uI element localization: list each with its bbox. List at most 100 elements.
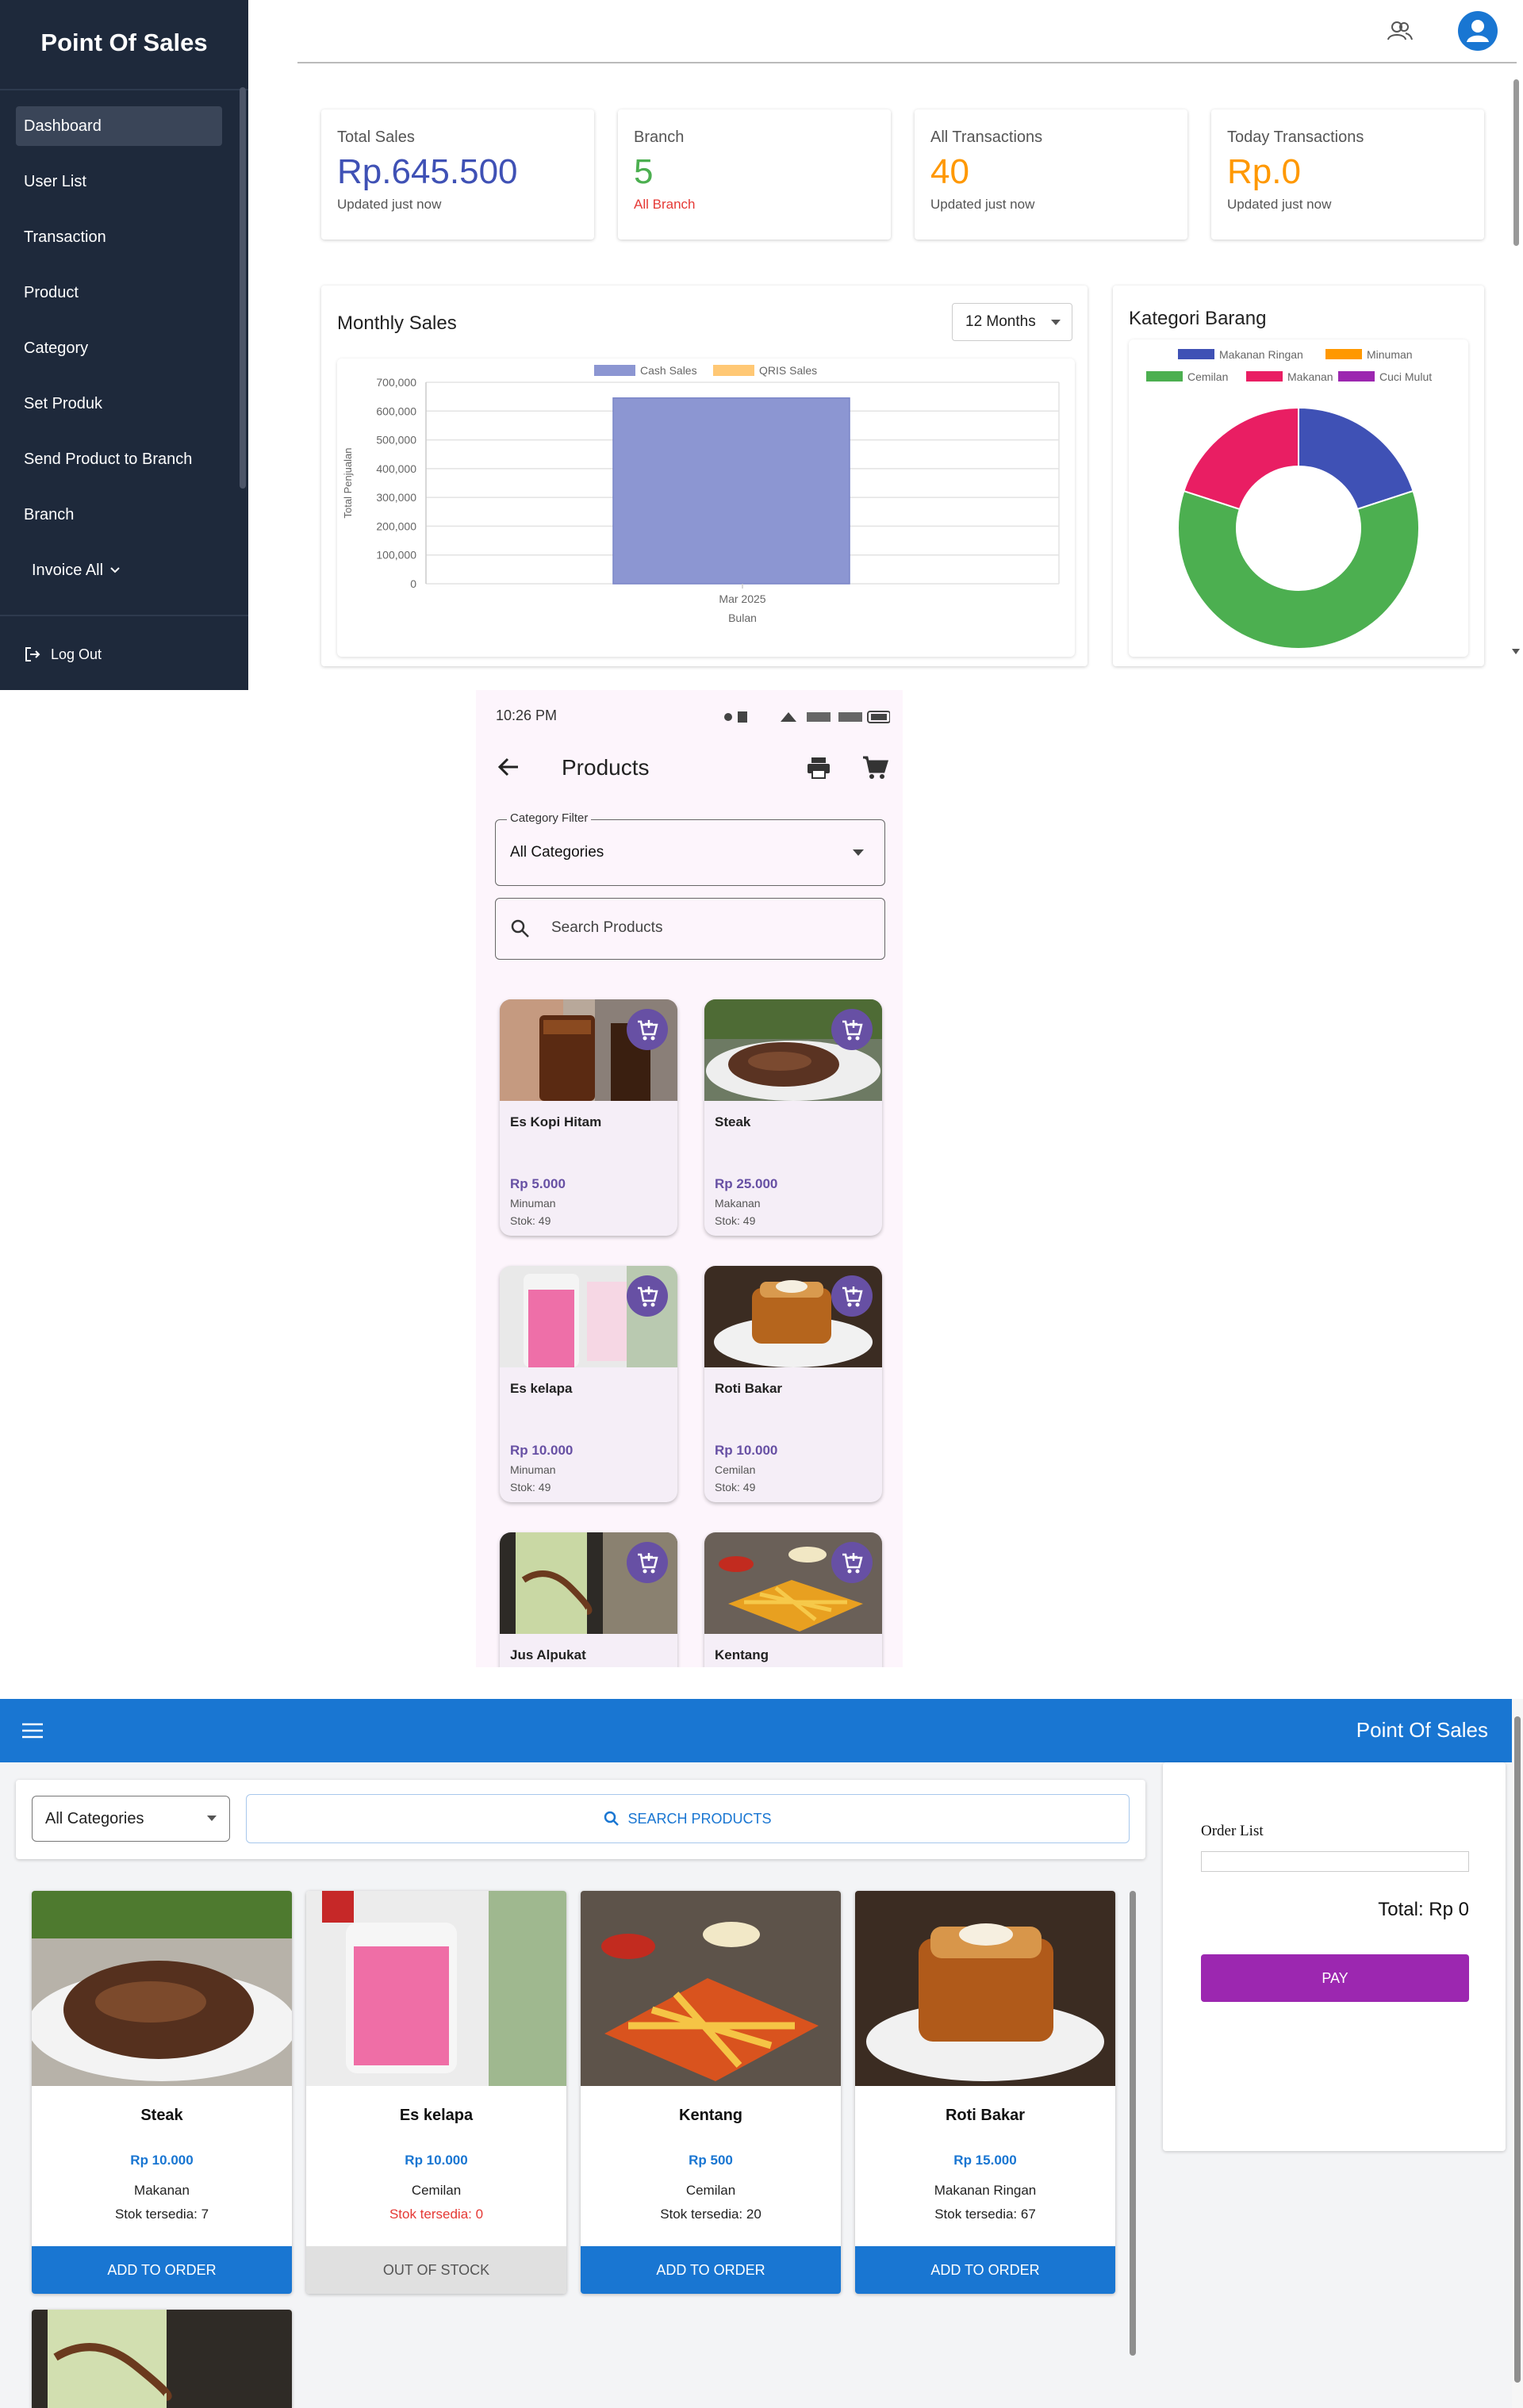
add-cart-icon (638, 1553, 658, 1574)
product-card: Steak Rp 10.000 Makanan Stok tersedia: 7… (32, 1891, 292, 2294)
order-list-box (1201, 1851, 1469, 1872)
back-arrow-icon[interactable] (497, 755, 520, 779)
add-to-order-button[interactable]: ADD TO ORDER (855, 2246, 1115, 2294)
sidebar-scrollbar[interactable] (240, 87, 246, 489)
grid-scrollbar[interactable] (1130, 1891, 1136, 2356)
add-cart-icon (638, 1020, 658, 1041)
product-category: Makanan (134, 2183, 190, 2198)
legend-swatch (1146, 371, 1183, 382)
bar-cash-sales (612, 397, 850, 585)
filter-bar: All Categories SEARCH PRODUCTS (16, 1780, 1145, 1859)
sidebar-item-send-product[interactable]: Send Product to Branch (16, 439, 222, 479)
sidebar-brand: Point Of Sales (40, 29, 208, 56)
sidebar-item-user-list[interactable]: User List (16, 162, 222, 201)
legend-label: Minuman (1367, 348, 1413, 361)
product-stock: Stok: 49 (715, 1481, 756, 1493)
sidebar-menu: Dashboard User List Transaction Product … (16, 106, 222, 606)
order-list-title: Order List (1201, 1823, 1264, 1839)
right-scrollbar[interactable] (1512, 1699, 1523, 2408)
category-filter-label: Category Filter (507, 811, 592, 825)
users-icon[interactable] (1387, 17, 1414, 44)
product-card[interactable]: Es kelapa Rp 10.000 Minuman Stok: 49 (500, 1266, 677, 1502)
logout-icon (25, 647, 40, 661)
stat-card-total-sales: Total Sales Rp.645.500 Updated just now (321, 109, 594, 240)
product-image-jus-alpukat (32, 2310, 292, 2408)
x-tick-label: Mar 2025 (719, 592, 765, 605)
legend-label: Makanan (1287, 370, 1333, 383)
sidebar-item-set-produk[interactable]: Set Produk (16, 384, 222, 424)
product-card[interactable]: Es Kopi Hitam Rp 5.000 Minuman Stok: 49 (500, 999, 677, 1236)
slice-cemilan (1177, 489, 1420, 650)
add-to-cart-button[interactable] (831, 1542, 873, 1583)
product-card[interactable]: Kentang (704, 1532, 882, 1667)
legend-label: Cuci Mulut (1379, 370, 1432, 383)
print-icon[interactable] (806, 756, 831, 780)
add-cart-icon (842, 1286, 863, 1307)
category-select-value: All Categories (45, 1810, 144, 1827)
logout-button[interactable]: Log Out (24, 646, 102, 663)
product-stock: Stok: 49 (510, 1214, 551, 1227)
stat-value: Rp.0 (1227, 152, 1301, 191)
status-time: 10:26 PM (496, 707, 558, 723)
product-name: Es Kopi Hitam (510, 1114, 602, 1129)
kategori-chart: Makanan Ringan Minuman Cemilan Makanan Cuci … (1146, 348, 1432, 650)
add-cart-icon (842, 1553, 863, 1574)
add-to-cart-button[interactable] (831, 1009, 873, 1050)
add-to-order-button[interactable]: ADD TO ORDER (581, 2246, 841, 2294)
stat-subtext: Updated just now (930, 197, 1035, 212)
french-toast-image (855, 1891, 1115, 2086)
y-tick-label: 100,000 (376, 549, 416, 562)
steak-image (32, 1891, 292, 2086)
product-name: Kentang (715, 1647, 769, 1662)
monthly-sales-card: Monthly Sales 12 Months Cash Sales QRIS S… (321, 286, 1088, 666)
add-to-cart-button[interactable] (627, 1275, 668, 1317)
product-card: Kentang Rp 500 Cemilan Stok tersedia: 20… (581, 1891, 841, 2294)
add-to-cart-button[interactable] (831, 1275, 873, 1317)
category-select[interactable]: All Categories (32, 1796, 230, 1842)
sidebar-item-product[interactable]: Product (16, 273, 222, 313)
status-icons (724, 711, 890, 723)
scroll-down-arrow-icon[interactable] (1512, 649, 1520, 655)
product-category: Minuman (510, 1463, 556, 1476)
search-products-button[interactable]: SEARCH PRODUCTS (246, 1794, 1130, 1843)
cart-icon[interactable] (861, 755, 888, 780)
app-bar: Point Of Sales (0, 1699, 1512, 1762)
sidebar-item-branch[interactable]: Branch (16, 495, 222, 535)
category-filter[interactable]: Category Filter All Categories (495, 811, 885, 886)
stat-subtext: All Branch (634, 197, 696, 212)
out-of-stock-button[interactable]: OUT OF STOCK (306, 2246, 566, 2294)
product-stock: Stok: 49 (715, 1214, 756, 1227)
page-scrollbar[interactable] (1513, 79, 1519, 246)
order-total: Total: Rp 0 (1378, 1899, 1469, 1920)
sidebar-item-category[interactable]: Category (16, 328, 222, 368)
product-category: Makanan Ringan (934, 2183, 1037, 2198)
slice-makanan-ringan (1298, 406, 1414, 511)
product-card[interactable]: Steak Rp 25.000 Makanan Stok: 49 (704, 999, 882, 1236)
pay-button[interactable]: PAY (1201, 1954, 1469, 2002)
product-category: Cemilan (715, 1463, 756, 1476)
search-input[interactable]: Search Products (495, 898, 885, 960)
hamburger-menu-icon[interactable] (22, 1723, 43, 1739)
add-to-cart-button[interactable] (627, 1009, 668, 1050)
legend-swatch (1325, 349, 1362, 359)
product-name: Roti Bakar (715, 1381, 783, 1396)
product-image-kentang (581, 1891, 841, 2086)
product-card[interactable]: Jus Alpukat (500, 1532, 677, 1667)
add-to-order-button[interactable]: ADD TO ORDER (32, 2246, 292, 2294)
sidebar-item-transaction[interactable]: Transaction (16, 217, 222, 257)
kategori-chart-frame: Makanan Ringan Minuman Cemilan Makanan Cuci … (1129, 339, 1468, 657)
slice-makanan (1183, 406, 1299, 511)
legend-label: Makanan Ringan (1219, 348, 1303, 361)
stat-label: Today Transactions (1227, 128, 1364, 146)
search-icon (511, 919, 529, 938)
dashboard-screen: Point Of Sales Dashboard User List Trans… (0, 0, 1523, 690)
sidebar-item-dashboard[interactable]: Dashboard (16, 106, 222, 146)
product-card[interactable]: Roti Bakar Rp 10.000 Cemilan Stok: 49 (704, 1266, 882, 1502)
stat-card-today-transactions: Today Transactions Rp.0 Updated just now (1211, 109, 1484, 240)
add-to-cart-button[interactable] (627, 1542, 668, 1583)
range-select[interactable]: 12 Months (952, 303, 1072, 341)
sidebar-item-invoice-all[interactable]: Invoice All (16, 550, 222, 590)
y-tick-label: 500,000 (376, 434, 416, 447)
product-image-roti-bakar (855, 1891, 1115, 2086)
avatar[interactable] (1458, 11, 1498, 51)
